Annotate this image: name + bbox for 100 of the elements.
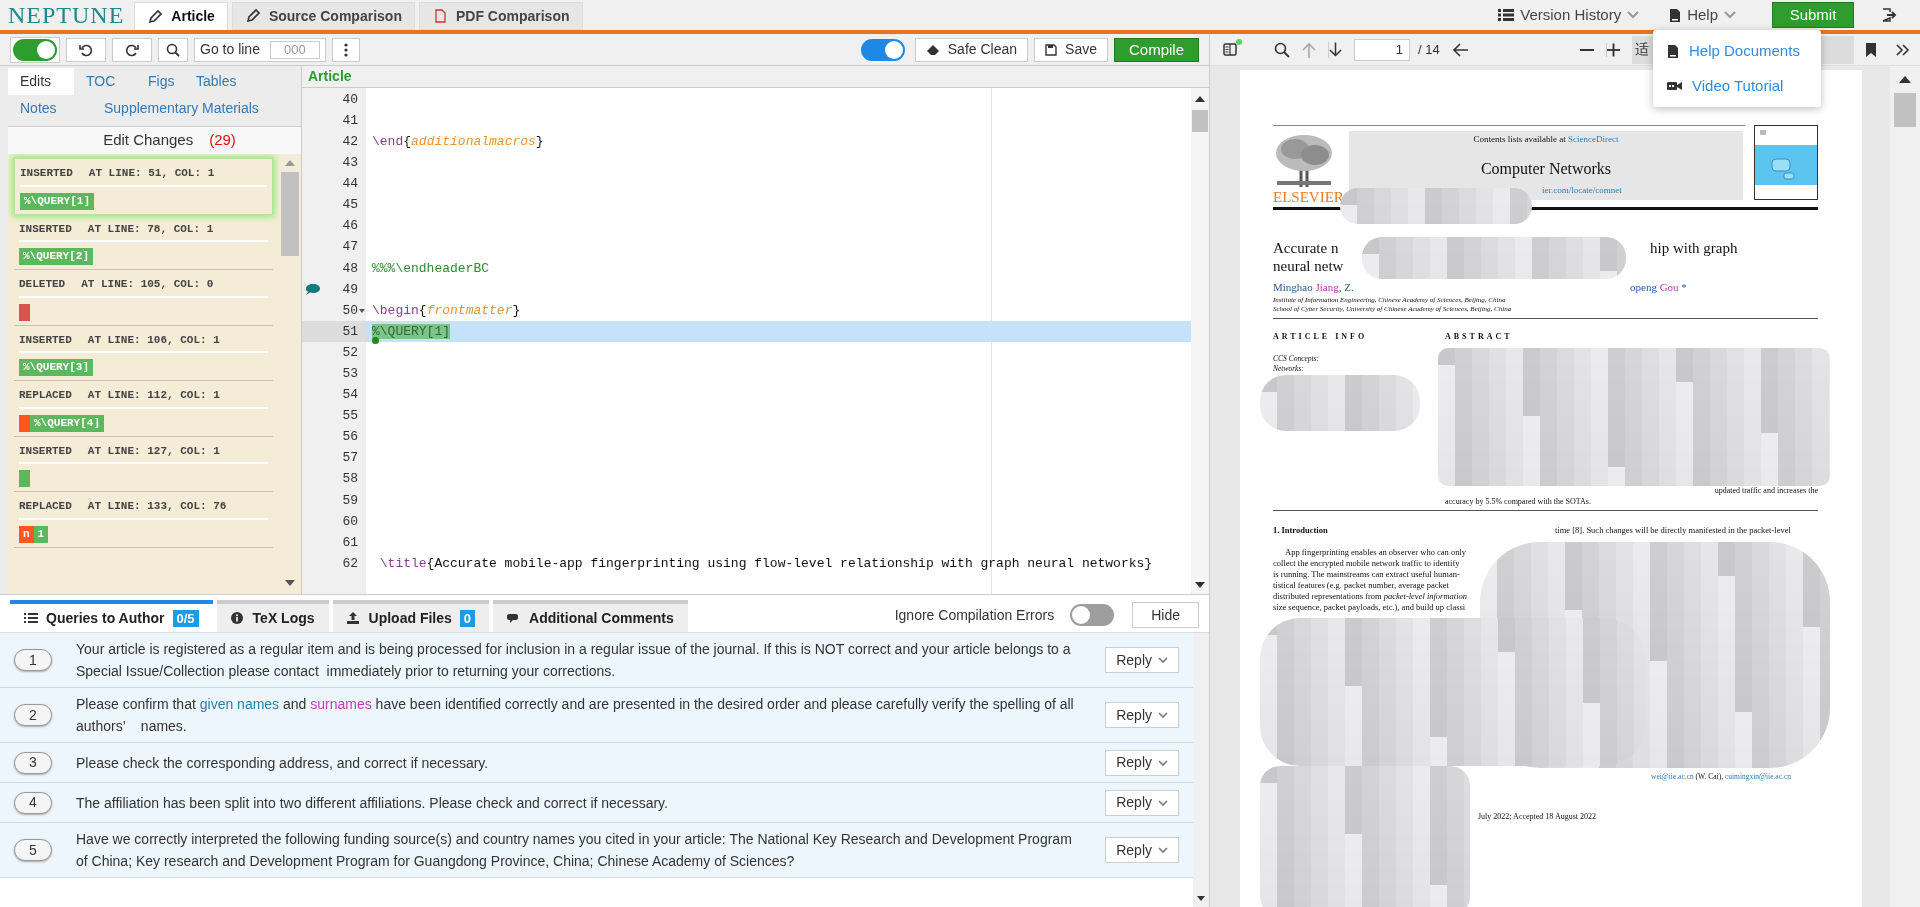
app-logo: NEPTUNE [8,1,125,30]
body-text: collect the encrypted mobile network traffic to identify [1273,559,1460,568]
sidebar-tab[interactable]: Supplementary Materials [74,95,301,122]
header-tab[interactable]: Source Comparison [231,2,415,30]
change-position-label: AT LINE: 51, COL: 1 [88,166,215,181]
change-type-label: REPLACED [19,388,72,403]
article-title: hip with graph [1650,241,1738,256]
header-tab[interactable]: PDF Comparison [418,2,583,30]
page-number-field[interactable]: 1 [1354,38,1410,61]
compile-button[interactable]: Compile [1113,37,1199,62]
line-number: 52 [342,343,358,362]
reply-button[interactable]: Reply [1105,647,1179,673]
sidebar-tab[interactable]: TOC [74,68,136,95]
count-badge: 0/5 [172,609,199,627]
sidebar-tab[interactable]: Notes [8,95,74,122]
section-heading: ABSTRACT [1445,333,1513,341]
menu-item[interactable]: Video Tutorial [1667,74,1807,97]
sidebar-tab[interactable]: Tables [184,68,301,95]
query-text: The affiliation has been split into two different affiliations. Please check and correct if necessary. [76,793,669,813]
edit-change-item[interactable]: INSERTED AT LINE: 127, COL: 1 [14,436,273,492]
line-number: 44 [342,175,358,194]
line-number: 50 [342,301,358,320]
article-title: neural netw [1273,259,1344,274]
section-title: Edit Changes [103,130,194,151]
edit-change-item[interactable]: INSERTED AT LINE: 78, COL: 1 %\QUERY[2] [14,214,273,270]
reply-button[interactable]: Reply [1105,789,1179,816]
line-number: 49 [342,280,358,299]
body-text: size sequence, packet payloads, etc.), and build up classi [1273,603,1466,612]
query-number: 2 [14,704,52,726]
author-names: Minghao Jiang, Z. [1273,282,1354,293]
header-tab[interactable]: Article [134,2,228,30]
query-text: Have we correctly interpreted the following funding source(s) and country names you cited in your article: The National Key Research and Development Program of China; Key research and Development Program for Guangdong Province, China; Chinese Academy of Sciences? [76,830,1073,871]
dates-text: July 2022; Accepted 18 August 2022 [1478,813,1596,821]
safe-clean-button[interactable]: Safe Clean [914,37,1029,62]
journal-title: Computer Networks [1480,159,1612,180]
query-text: Please check the corresponding address, and correct if necessary. [76,753,490,773]
edit-change-item[interactable]: INSERTED AT LINE: 106, COL: 1 %\QUERY[3] [14,325,273,381]
abstract-text: accuracy by 5.5% compared with the SOTAs. [1445,498,1591,506]
code-line: \begin{frontmatter} [372,301,521,320]
publisher-name: ELSEVIER [1273,190,1344,205]
contents-note: Contents lists available at ScienceDirect [1473,133,1619,145]
reply-button[interactable]: Reply [1105,749,1179,776]
edit-change-item[interactable]: INSERTED AT LINE: 51, COL: 1 %\QUERY[1] [14,158,273,215]
query-number: 5 [14,839,52,861]
hide-button[interactable]: Hide [1132,602,1199,628]
help-menu[interactable]: Help [1669,0,1736,30]
line-number: 48 [342,259,358,278]
edit-change-item[interactable]: REPLACED AT LINE: 112, COL: 1 %\QUERY[4] [14,381,273,437]
query-text: Please confirm that given names and surnames have been identified correctly and are presented in the desired order and please carefully verify the spelling of all authors’ names. [76,695,1075,736]
query-text: Your article is registered as a regular item and is being processed for inclusion in a regular issue of the journal. If this is NOT correct and your article belongs to a Special Issue/Collection please contact immediately prior to returning your corrections. [76,640,1072,681]
line-number: 59 [342,491,358,510]
inserted-text: %\QUERY[4] [30,414,104,432]
line-number: 51 [342,322,358,341]
section-heading: 1. Introduction [1273,526,1328,535]
reply-button[interactable]: Reply [1105,702,1179,728]
line-number: 60 [342,512,358,531]
article-title: Accurate n [1273,241,1339,256]
line-number: 43 [342,154,358,173]
line-number: 45 [342,196,358,215]
ignore-errors-label: Ignore Compilation Errors [894,605,1055,625]
query-number: 4 [14,791,52,814]
change-position-label: AT LINE: 105, COL: 0 [81,277,214,292]
change-type-label: REPLACED [19,499,72,514]
go-to-line-label: Go to line [200,40,260,59]
line-number: 41 [342,111,358,130]
line-number: 58 [342,470,358,489]
panel-tab[interactable]: Additional Comments [493,600,688,632]
journal-url: ier.com/locate/comnet [1542,186,1622,195]
submit-button[interactable]: Submit [1772,2,1854,28]
reply-button[interactable]: Reply [1105,837,1179,863]
sidebar-tab[interactable]: Figs [136,68,184,95]
change-type-label: INSERTED [19,221,72,237]
code-line: %%%\endheaderBC [372,259,490,278]
edit-change-item[interactable]: REPLACED AT LINE: 133, COL: 76 n 1 [14,492,273,548]
line-number: 56 [342,428,358,447]
line-number: 57 [342,449,358,468]
version-history-menu[interactable]: Version History [1498,0,1640,30]
change-type-label: INSERTED [19,443,72,459]
line-number-field[interactable]: 000 [269,40,320,59]
change-type-label: INSERTED [19,332,72,348]
line-number: 40 [342,90,358,109]
author-names: openg Gou * [1630,282,1687,293]
change-type-label: INSERTED [20,166,73,181]
section-heading: ARTICLE INFO [1273,333,1368,341]
query-number: 1 [14,649,52,671]
panel-tab[interactable]: Upload Files 0 [332,600,489,632]
body-text: tistical features (e.g. packet number, average packet [1273,581,1449,590]
sidebar-tab[interactable]: Edits [8,68,74,95]
save-button[interactable]: Save [1034,37,1108,62]
line-number: 55 [342,407,358,426]
code-line: \end{additionalmacros} [372,133,544,151]
count-label: (29) [209,130,236,151]
line-number: 62 [342,554,358,573]
deleted-text: n [19,525,34,543]
menu-item[interactable]: Help Documents [1667,40,1807,63]
panel-tab[interactable]: TeX Logs [216,600,329,632]
line-number: 46 [342,217,358,236]
edit-change-item[interactable]: DELETED AT LINE: 105, COL: 0 [14,270,273,326]
inserted-text: %\QUERY[1] [20,192,94,210]
editor-title: Article [308,67,352,86]
